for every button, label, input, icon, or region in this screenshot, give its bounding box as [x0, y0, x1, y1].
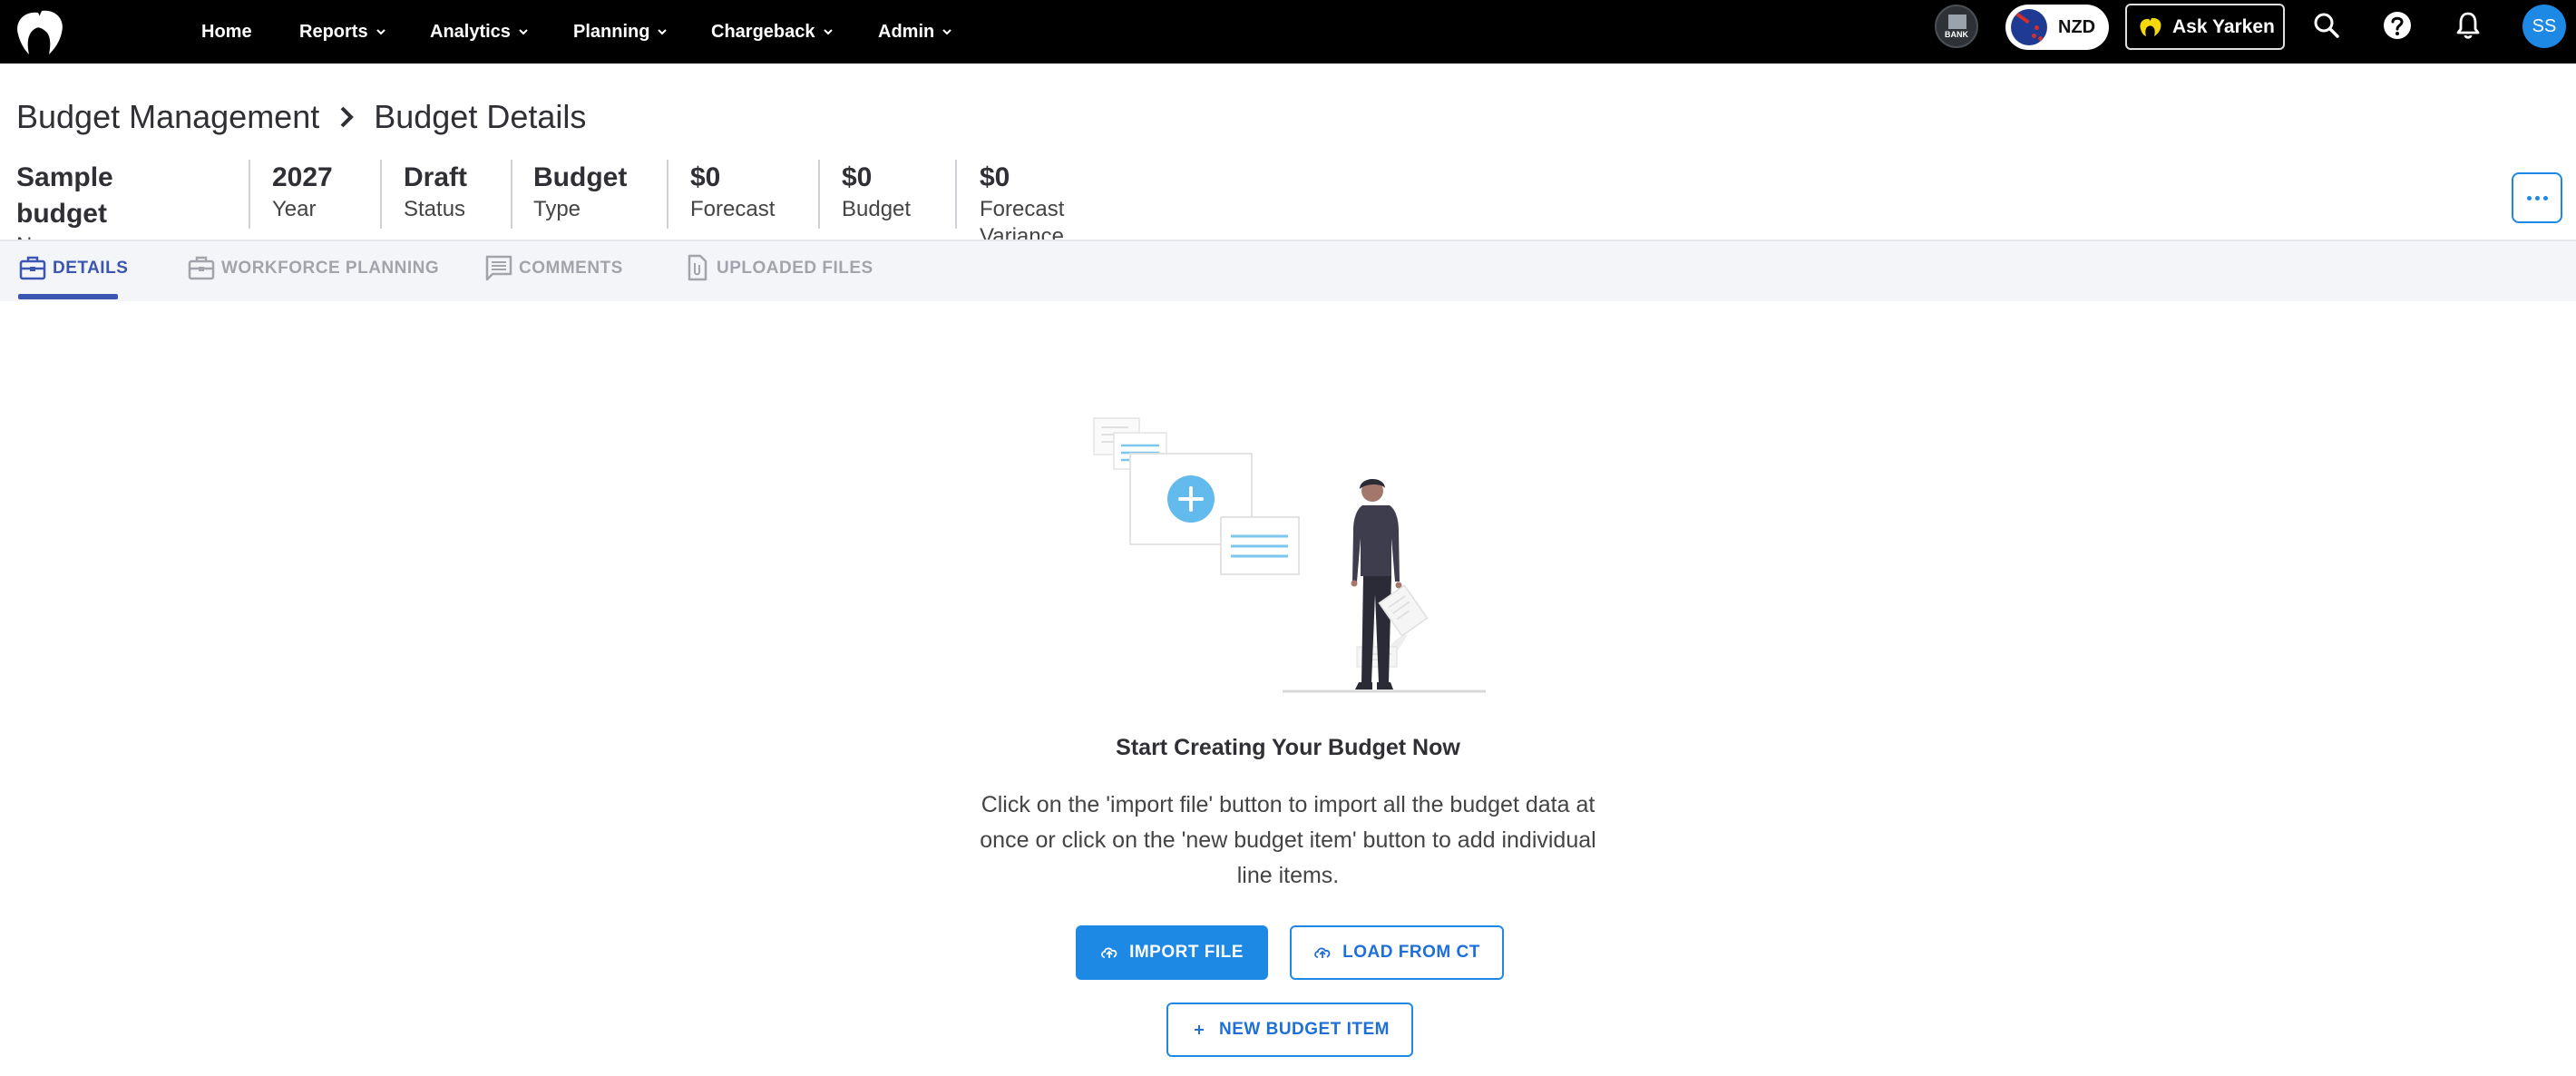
- app-logo-icon[interactable]: [11, 5, 67, 58]
- summary-forecast-variance: $0 Forecast Variance: [980, 160, 1064, 249]
- new-budget-item-label: NEW BUDGET ITEM: [1219, 1020, 1390, 1039]
- file-icon: [688, 254, 707, 281]
- import-file-label: IMPORT FILE: [1129, 943, 1244, 962]
- summary-type: Budget Type: [533, 160, 627, 227]
- yarken-logo-icon: [2140, 17, 2161, 36]
- nz-flag-icon: [2011, 9, 2047, 45]
- summary-value: $0: [980, 162, 1010, 192]
- nav-admin[interactable]: Admin: [878, 15, 952, 49]
- summary-status: Draft Status: [404, 160, 467, 227]
- nav-chargeback[interactable]: Chargeback: [711, 15, 834, 49]
- summary-divider: [667, 160, 668, 229]
- summary-value: 2027: [272, 162, 333, 192]
- chevron-down-icon: [376, 29, 385, 35]
- new-budget-item-button[interactable]: NEW BUDGET ITEM: [1166, 1003, 1413, 1057]
- plus-icon: [1195, 1025, 1204, 1034]
- more-actions-button[interactable]: [2512, 172, 2562, 223]
- summary-name: Sample budget Name: [16, 160, 113, 258]
- summary-divider: [818, 160, 820, 229]
- currency-selector[interactable]: NZD: [2005, 5, 2109, 50]
- nav-chargeback-label: Chargeback: [711, 21, 815, 42]
- more-dot-icon: [2542, 195, 2548, 201]
- tab-workforce-planning[interactable]: WORKFORCE PLANNING: [187, 254, 439, 303]
- breadcrumb-budget-management[interactable]: Budget Management: [16, 98, 319, 136]
- briefcase-icon: [19, 256, 46, 280]
- summary-value: Budget: [533, 162, 628, 192]
- load-from-ct-button[interactable]: LOAD FROM CT: [1290, 925, 1504, 980]
- summary-label: Budget: [842, 197, 912, 221]
- tab-label: WORKFORCE PLANNING: [221, 259, 440, 278]
- nav-home[interactable]: Home: [201, 15, 252, 49]
- comment-icon: [485, 255, 512, 281]
- chevron-down-icon: [823, 29, 833, 35]
- tab-label: DETAILS: [53, 259, 129, 278]
- briefcase-icon: [188, 256, 215, 280]
- bank-label: BANK: [1945, 30, 1968, 39]
- breadcrumb-current: Budget Details: [374, 98, 587, 135]
- chevron-down-icon: [519, 29, 528, 35]
- bank-switcher[interactable]: BANK: [1935, 5, 1978, 48]
- nav-analytics-label: Analytics: [430, 21, 511, 42]
- summary-label: Status: [404, 197, 466, 221]
- empty-state-illustration: [1093, 417, 1486, 693]
- help-icon[interactable]: [2381, 9, 2414, 42]
- tab-uploaded-files[interactable]: UPLOADED FILES: [682, 254, 873, 303]
- top-navbar: Home Reports Analytics Planning Chargeba…: [0, 0, 2576, 64]
- empty-state-description: Click on the 'import file' button to imp…: [980, 792, 1596, 888]
- nav-reports[interactable]: Reports: [299, 15, 386, 49]
- import-file-button[interactable]: IMPORT FILE: [1076, 925, 1268, 980]
- tab-label: UPLOADED FILES: [717, 259, 873, 278]
- summary-year: 2027 Year: [272, 160, 333, 227]
- chevron-right-icon: [340, 106, 355, 128]
- summary-value: $0: [842, 162, 873, 192]
- tab-bar: DETAILS WORKFORCE PLANNING COMMENTS UPLO…: [0, 240, 2576, 301]
- summary-divider: [511, 160, 512, 229]
- chevron-down-icon: [658, 29, 668, 35]
- avatar-initials: SS: [2532, 15, 2557, 36]
- breadcrumb: Budget Management Budget Details: [16, 98, 586, 136]
- chevron-down-icon: [942, 29, 951, 35]
- cloud-upload-icon: [1314, 947, 1331, 958]
- summary-divider: [249, 160, 250, 229]
- ask-yarken-label: Ask Yarken: [2172, 15, 2275, 37]
- active-tab-indicator: [18, 294, 118, 299]
- bank-building-icon: [1948, 15, 1966, 29]
- search-icon[interactable]: [2310, 9, 2343, 42]
- nav-planning[interactable]: Planning: [573, 15, 668, 49]
- summary-value: $0: [690, 162, 721, 192]
- summary-divider: [380, 160, 382, 229]
- summary-label: Year: [272, 197, 317, 221]
- summary-forecast: $0 Forecast: [690, 160, 775, 227]
- more-dot-icon: [2534, 195, 2540, 201]
- summary-value: Draft: [404, 162, 468, 192]
- empty-state-title: Start Creating Your Budget Now: [1116, 735, 1460, 760]
- load-from-ct-label: LOAD FROM CT: [1342, 943, 1480, 962]
- summary-value: Sample budget: [16, 162, 113, 229]
- nav-analytics[interactable]: Analytics: [430, 15, 529, 49]
- summary-divider: [955, 160, 957, 229]
- nav-planning-label: Planning: [573, 21, 650, 42]
- summary-budget: $0 Budget: [842, 160, 911, 227]
- ask-yarken-button[interactable]: Ask Yarken: [2125, 4, 2285, 50]
- currency-code: NZD: [2058, 16, 2096, 37]
- cloud-upload-icon: [1101, 947, 1117, 958]
- nav-home-label: Home: [201, 21, 252, 42]
- summary-label: Type: [533, 197, 581, 221]
- nav-admin-label: Admin: [878, 21, 935, 42]
- more-dot-icon: [2526, 195, 2532, 201]
- tab-comments[interactable]: COMMENTS: [484, 254, 623, 303]
- user-avatar[interactable]: SS: [2522, 5, 2566, 48]
- tab-label: COMMENTS: [519, 259, 623, 278]
- bell-icon[interactable]: [2452, 9, 2484, 42]
- summary-label: Forecast: [690, 197, 776, 221]
- nav-reports-label: Reports: [299, 21, 368, 42]
